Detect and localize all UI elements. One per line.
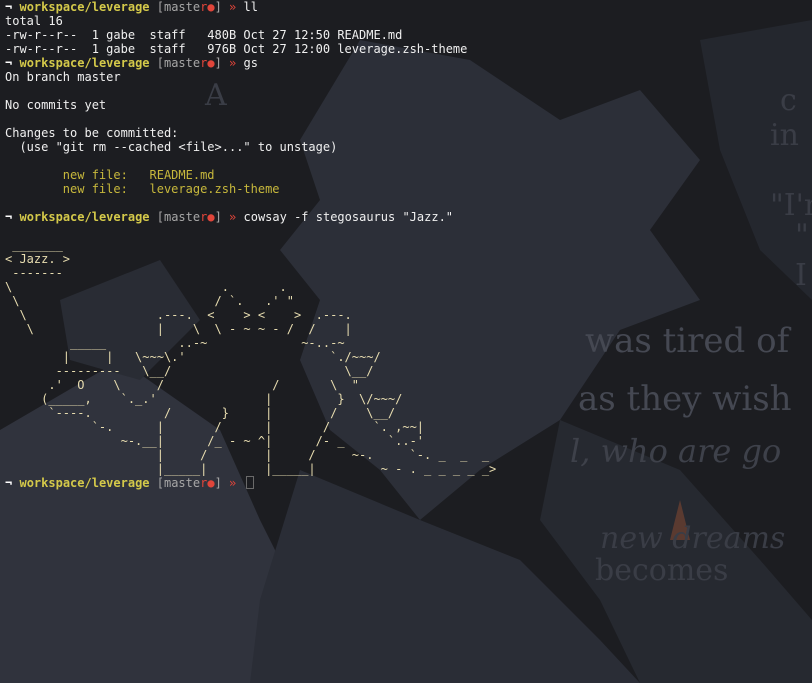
cowsay-line: _____ ..-~ ~-..-~	[5, 336, 345, 350]
cowsay-line: \ .---. < > < > .---.	[5, 308, 352, 322]
cowsay-line: \ / `. .' "	[5, 294, 294, 308]
cowsay-line: -------	[5, 266, 63, 280]
prompt-arrow: ¬	[5, 476, 13, 490]
ll-file-row: -rw-r--r-- 1 gabe staff 480B Oct 27 12:5…	[5, 28, 403, 42]
prompt-directory: workspace/leverage	[19, 476, 150, 490]
cowsay-output: _______ < Jazz. > ------- \ . . \ / `. .…	[5, 238, 812, 476]
prompt-branch-dirty: r●	[200, 476, 215, 490]
prompt-chevron: »	[229, 56, 237, 70]
git-no-commits: No commits yet	[5, 98, 107, 112]
prompt-directory: workspace/leverage	[19, 56, 150, 70]
cowsay-line: (_____, `._.' | } \/~~~/	[5, 392, 403, 406]
prompt-line: ¬ workspace/leverage [master●] » ll	[5, 0, 812, 14]
prompt-line: ¬ workspace/leverage [master●] » gs	[5, 56, 812, 70]
terminal-window[interactable]: ¬ workspace/leverage [master●] » ll tota…	[5, 0, 812, 683]
text-cursor[interactable]	[245, 476, 254, 489]
cowsay-line: .' O \ / / \ "	[5, 378, 360, 392]
cowsay-line: `----. / } | / \__/	[5, 406, 396, 420]
prompt-branch-close: ]	[214, 210, 222, 224]
cowsay-line: `-. | / | / `. ,~~|	[5, 420, 425, 434]
prompt-arrow: ¬	[5, 56, 13, 70]
prompt-branch-open: [maste	[156, 476, 201, 490]
cowsay-line: --------- \__/ \__/	[5, 364, 374, 378]
prompt-branch-close: ]	[214, 476, 222, 490]
cowsay-line: \ . .	[5, 280, 287, 294]
prompt-branch-close: ]	[214, 56, 222, 70]
prompt-chevron: »	[229, 476, 237, 490]
cowsay-line: | | \~~~\.' `./~~~/	[5, 350, 381, 364]
prompt-branch-open: [maste	[156, 210, 201, 224]
git-unstage-hint: (use "git rm --cached <file>..." to unst…	[5, 140, 338, 154]
prompt-chevron: »	[229, 0, 237, 14]
prompt-directory: workspace/leverage	[19, 210, 150, 224]
cowsay-line: | / | / ~-. `-. _ _ _	[5, 448, 490, 462]
prompt-branch-open: [maste	[156, 56, 201, 70]
prompt-branch-dirty: r●	[200, 210, 215, 224]
prompt-line: ¬ workspace/leverage [master●] » cowsay …	[5, 210, 812, 224]
command-text: gs	[243, 56, 258, 70]
command-text: cowsay -f stegosaurus "Jazz."	[243, 210, 454, 224]
prompt-arrow: ¬	[5, 0, 13, 14]
cowsay-line: ~-.__| /_ - ~ ^| /- _ `..-'	[5, 434, 425, 448]
cowsay-line: \ | \ \ - ~ ~ - / / |	[5, 322, 352, 336]
prompt-branch-close: ]	[214, 0, 222, 14]
prompt-directory: workspace/leverage	[19, 0, 150, 14]
cowsay-line: |_____| |_____| ~ - . _ _ _ _ _>	[5, 462, 497, 476]
prompt-line-active[interactable]: ¬ workspace/leverage [master●] »	[5, 476, 812, 490]
ll-file-row: -rw-r--r-- 1 gabe staff 976B Oct 27 12:0…	[5, 42, 468, 56]
prompt-branch-open: [maste	[156, 0, 201, 14]
git-branch-status: On branch master	[5, 70, 121, 84]
cowsay-line: _______	[5, 238, 63, 252]
prompt-arrow: ¬	[5, 210, 13, 224]
prompt-branch-dirty: r●	[200, 0, 215, 14]
cowsay-line: < Jazz. >	[5, 252, 71, 266]
prompt-branch-dirty: r●	[200, 56, 215, 70]
git-changes-header: Changes to be committed:	[5, 126, 179, 140]
prompt-chevron: »	[229, 210, 237, 224]
git-staged-file: new file: README.md	[5, 168, 215, 182]
git-staged-file: new file: leverage.zsh-theme	[5, 182, 280, 196]
command-text: ll	[243, 0, 258, 14]
ll-total: total 16	[5, 14, 63, 28]
